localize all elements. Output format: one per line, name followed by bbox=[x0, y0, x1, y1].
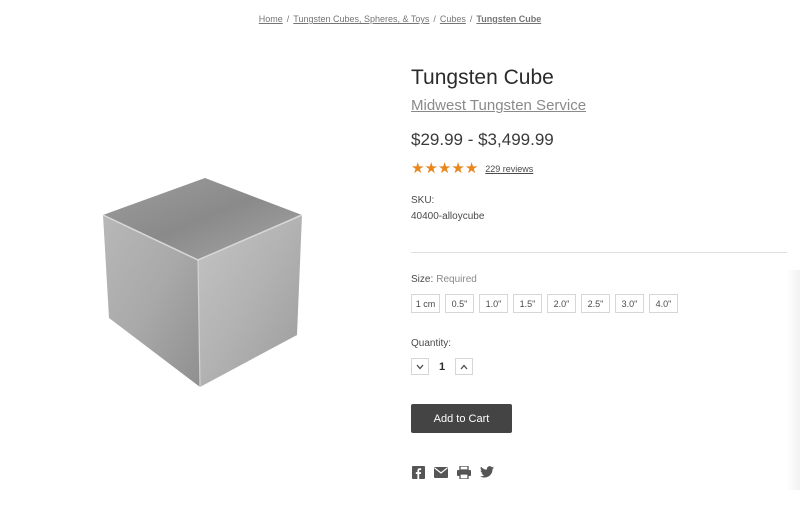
size-option-1-5[interactable]: 1.5" bbox=[513, 294, 542, 313]
star-icon: ★ bbox=[411, 160, 425, 177]
breadcrumb: Home / Tungsten Cubes, Spheres, & Toys / Cub… bbox=[0, 14, 800, 24]
breadcrumb-cubes[interactable]: Cubes bbox=[440, 14, 466, 24]
quantity-input[interactable]: 1 bbox=[429, 361, 455, 373]
chevron-up-icon bbox=[460, 364, 468, 369]
star-icon: ★ bbox=[464, 160, 479, 177]
page-edge-shadow bbox=[786, 270, 800, 490]
print-icon[interactable] bbox=[457, 465, 471, 479]
size-option-4-0[interactable]: 4.0" bbox=[649, 294, 678, 313]
share-icons bbox=[411, 465, 503, 479]
required-text: Required bbox=[436, 274, 477, 285]
tungsten-cube-image bbox=[102, 178, 303, 388]
size-options: 1 cm 0.5" 1.0" 1.5" 2.0" 2.5" 3.0" 4.0" bbox=[411, 294, 683, 313]
size-option-1-0[interactable]: 1.0" bbox=[479, 294, 508, 313]
chevron-down-icon bbox=[416, 364, 424, 369]
size-option-2-5[interactable]: 2.5" bbox=[581, 294, 610, 313]
brand-link[interactable]: Midwest Tungsten Service bbox=[411, 97, 586, 114]
quantity-stepper: 1 bbox=[411, 358, 473, 375]
product-image[interactable] bbox=[95, 170, 310, 395]
product-title: Tungsten Cube bbox=[411, 66, 554, 89]
size-label: Size: Required bbox=[411, 274, 477, 285]
add-to-cart-button[interactable]: Add to Cart bbox=[411, 404, 512, 433]
size-label-text: Size: bbox=[411, 274, 434, 285]
divider bbox=[411, 252, 787, 253]
sku-label: SKU: bbox=[411, 195, 435, 206]
quantity-decrement-button[interactable] bbox=[411, 358, 429, 375]
breadcrumb-separator: / bbox=[286, 14, 290, 24]
reviews-link[interactable]: 229 reviews bbox=[485, 164, 533, 174]
breadcrumb-tungsten-cubes-spheres-toys[interactable]: Tungsten Cubes, Spheres, & Toys bbox=[293, 14, 429, 24]
star-rating: ★ ★ ★ ★ ★ bbox=[411, 161, 478, 176]
size-option-3-0[interactable]: 3.0" bbox=[615, 294, 644, 313]
twitter-icon[interactable] bbox=[480, 465, 494, 479]
product-price: $29.99 - $3,499.99 bbox=[411, 130, 554, 149]
size-option-0-5[interactable]: 0.5" bbox=[445, 294, 474, 313]
breadcrumb-separator: / bbox=[433, 14, 436, 24]
quantity-label: Quantity: bbox=[411, 338, 452, 349]
star-icon: ★ bbox=[437, 160, 452, 177]
breadcrumb-current[interactable]: Tungsten Cube bbox=[476, 14, 541, 24]
quantity-increment-button[interactable] bbox=[455, 358, 473, 375]
star-icon: ★ bbox=[424, 160, 438, 177]
breadcrumb-separator: / bbox=[469, 14, 473, 24]
breadcrumb-home[interactable]: Home bbox=[259, 14, 283, 24]
email-icon[interactable] bbox=[434, 465, 448, 479]
size-option-2-0[interactable]: 2.0" bbox=[547, 294, 576, 313]
sku-value: 40400-alloycube bbox=[411, 211, 485, 222]
product-rating: ★ ★ ★ ★ ★ 229 reviews bbox=[411, 161, 533, 176]
size-option-1cm[interactable]: 1 cm bbox=[411, 294, 440, 313]
facebook-icon[interactable] bbox=[411, 465, 425, 479]
star-icon: ★ bbox=[451, 160, 465, 177]
